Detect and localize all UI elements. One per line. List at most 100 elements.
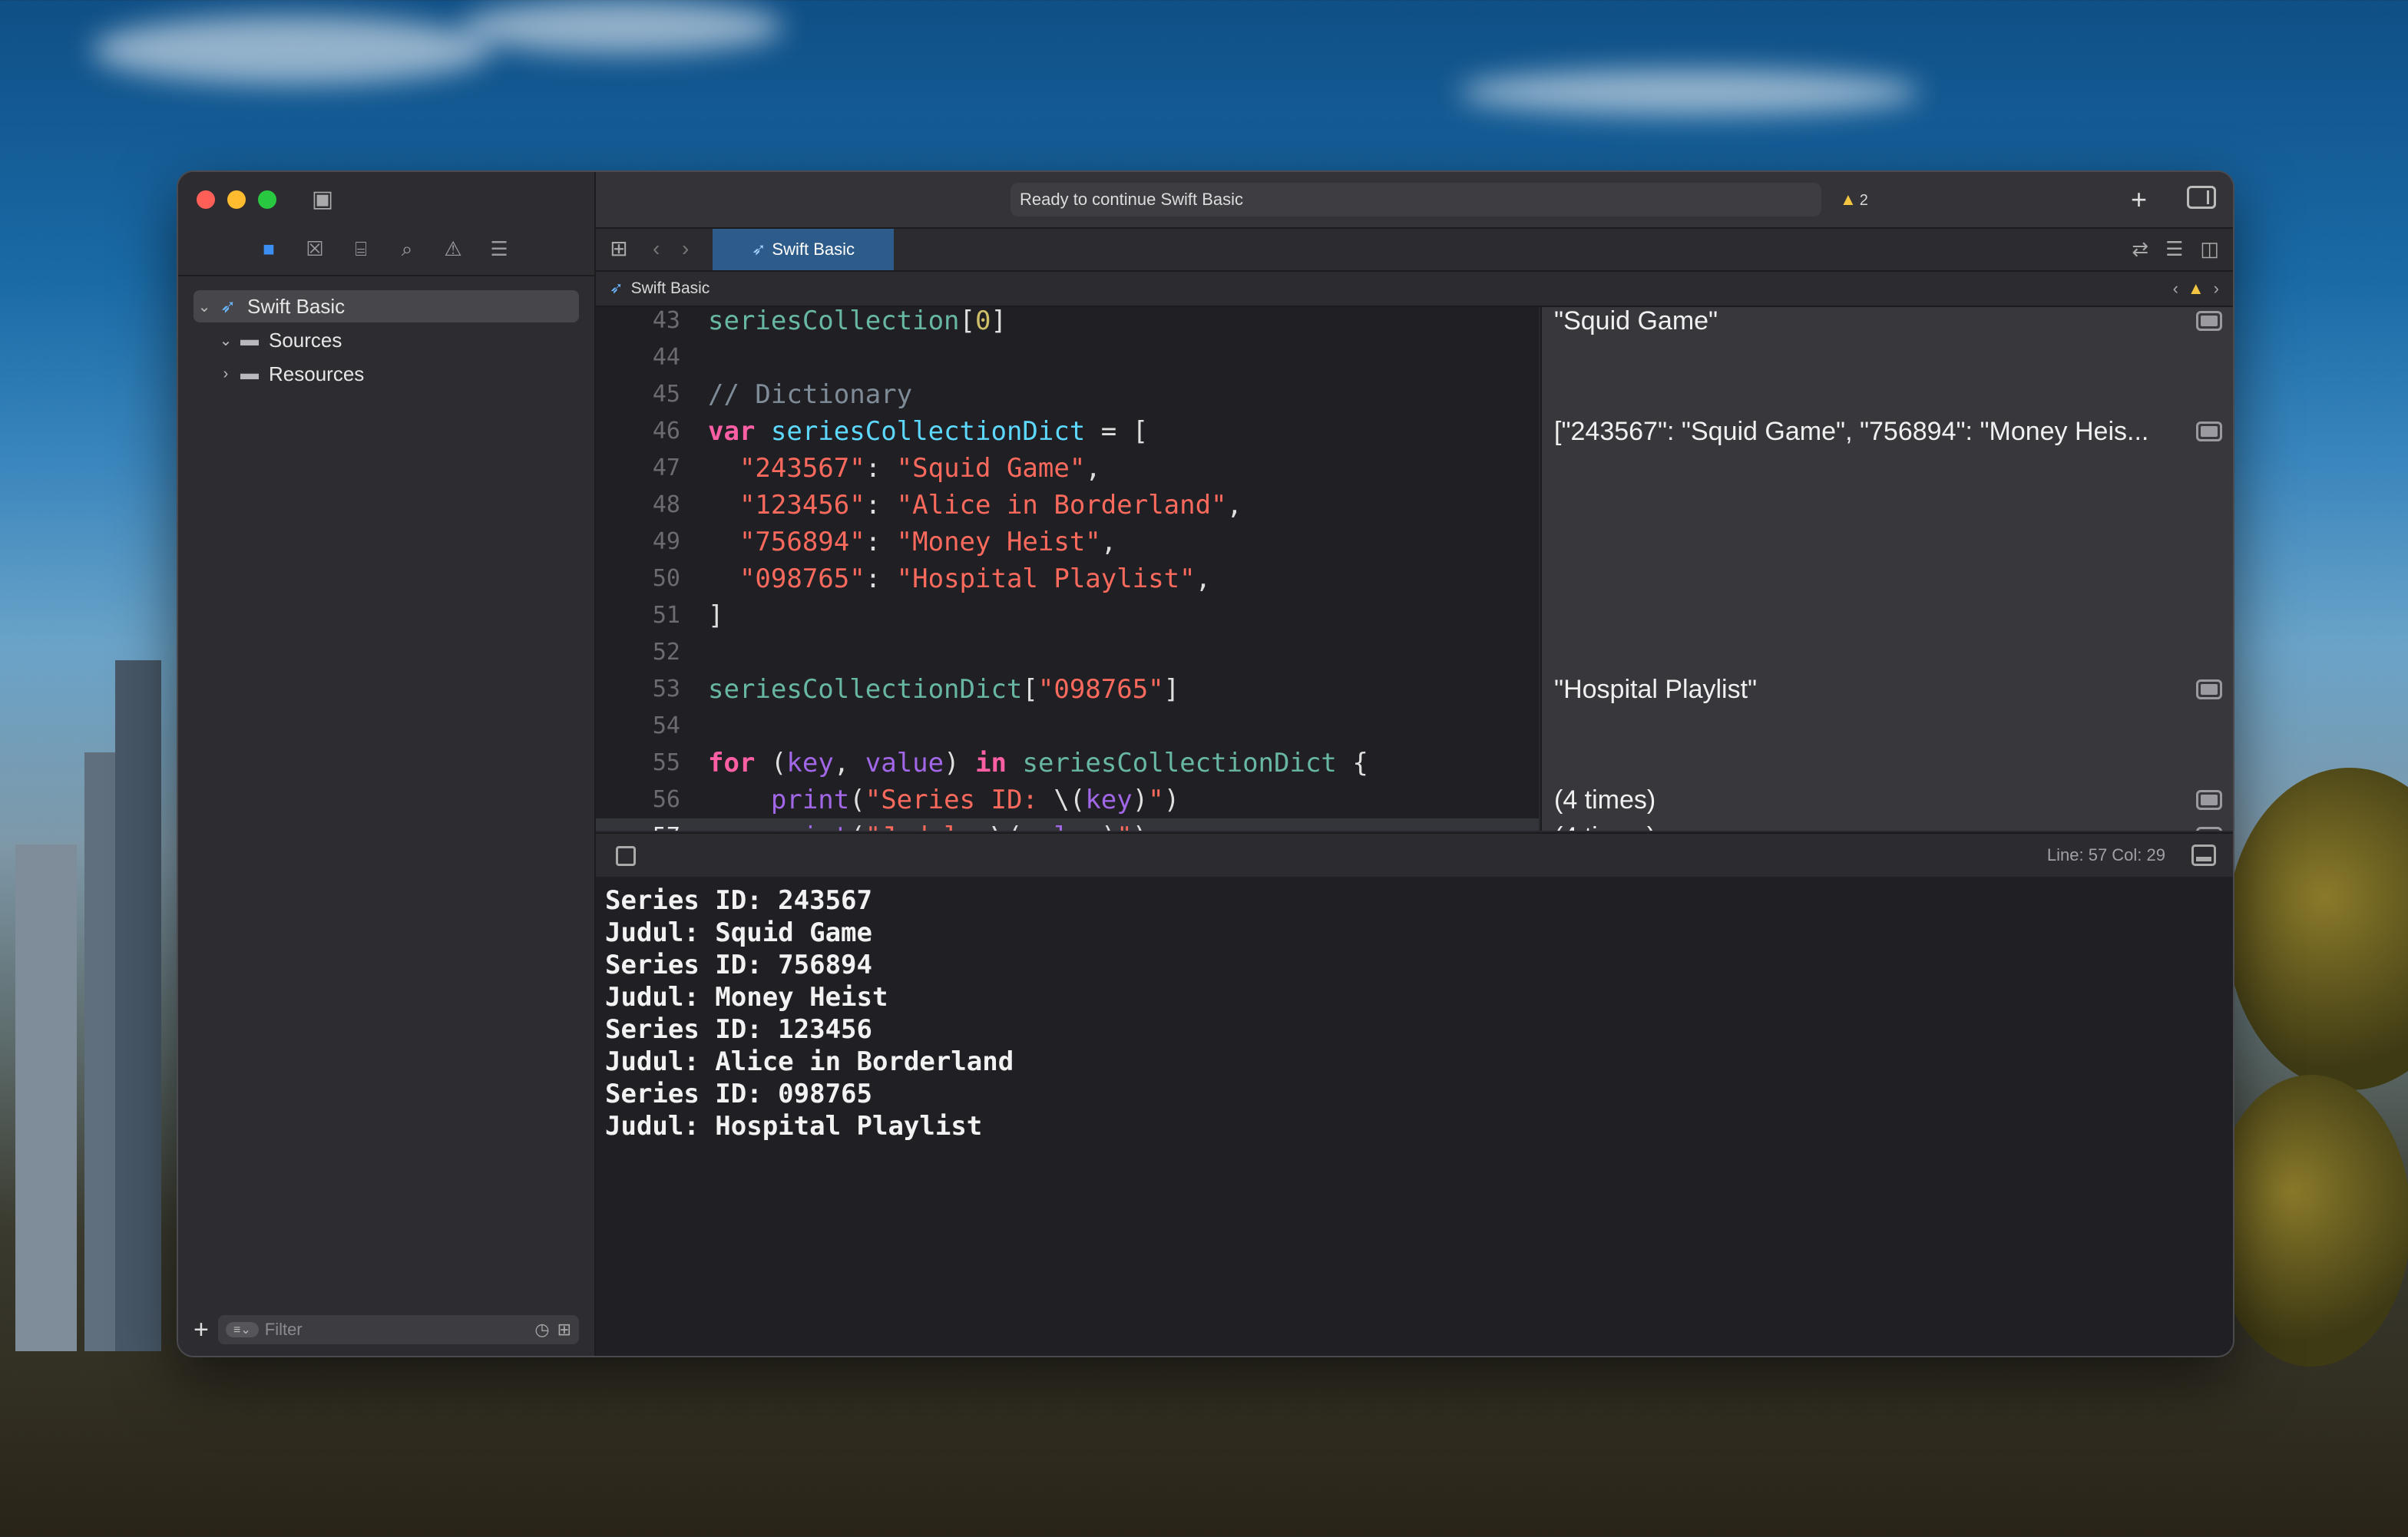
console-line: Series ID: 123456 [605, 1014, 872, 1045]
code-line[interactable]: 57 print("Judul: \(value)") [596, 818, 1539, 831]
code-line[interactable]: 44 [596, 339, 1539, 376]
code-text: for (key, value) in seriesCollectionDict… [708, 748, 1368, 778]
result-value: ["243567": "Squid Game", "756894": "Mone… [1554, 417, 2149, 446]
result-value: "Hospital Playlist" [1554, 675, 1758, 704]
code-line[interactable]: 49 "756894": "Money Heist", [596, 524, 1539, 560]
filter-placeholder: Filter [264, 1320, 303, 1339]
library-plus-icon[interactable]: + [2131, 183, 2147, 217]
warning-indicator[interactable]: ▲ 2 [1840, 183, 1868, 217]
forward-chevron-icon[interactable]: › [682, 236, 689, 261]
code-line[interactable]: 45 // Dictionary [596, 376, 1539, 413]
filter-input[interactable]: ≡⌄ Filter ◷ ⊞ [218, 1315, 579, 1344]
navigator-tabs: ■ ☒ ⌸ ⌕ ⚠ ☰ [255, 235, 513, 263]
filter-options-icon[interactable]: ≡⌄ [226, 1322, 259, 1337]
line-number: 47 [652, 454, 680, 481]
code-line[interactable]: 46 var seriesCollectionDict = [ [596, 413, 1539, 450]
code-line[interactable]: 52 [596, 634, 1539, 671]
show-result-inline-icon[interactable] [2196, 827, 2222, 831]
zoom-window-button[interactable] [258, 190, 276, 209]
symbol-navigator-icon[interactable]: ⌸ [347, 235, 375, 263]
code-line[interactable]: 54 [596, 708, 1539, 745]
show-result-inline-icon[interactable] [2196, 790, 2222, 810]
warning-icon: ▲ [1840, 190, 1857, 209]
issue-navigator-warning-icon[interactable]: ⚠ [439, 235, 467, 263]
minimize-window-button[interactable] [227, 190, 246, 209]
find-navigator-search-icon[interactable]: ⌕ [393, 235, 421, 263]
modified-files-icon[interactable]: ⊞ [557, 1320, 571, 1340]
debug-bar: Line: 57 Col: 29 [596, 832, 2233, 878]
inspector-toggle-icon[interactable] [2187, 186, 2216, 209]
sidebar-toggle-icon[interactable]: ▣ [309, 186, 336, 213]
project-navigator-folder-icon[interactable]: ■ [255, 235, 283, 263]
code-text: var seriesCollectionDict = [ [708, 416, 1149, 447]
console-line: Judul: Alice in Borderland [605, 1046, 1014, 1077]
swap-arrows-icon[interactable]: ⇄ [2132, 236, 2148, 261]
warning-icon[interactable]: ▲ [2188, 272, 2205, 306]
recent-files-clock-icon[interactable]: ◷ [534, 1320, 549, 1340]
chevron-down-icon[interactable]: ⌄ [215, 331, 237, 350]
issue-navigation: ‹ ▲ › [2173, 272, 2219, 306]
line-number: 57 [596, 818, 680, 831]
code-text: print("Judul: \(value)") [708, 818, 1148, 831]
activity-status: Ready to continue Swift Basic [1011, 183, 1821, 217]
previous-issue-chevron-icon[interactable]: ‹ [2173, 272, 2178, 306]
console-line: Series ID: 098765 [605, 1079, 872, 1109]
code-line[interactable]: 53 seriesCollectionDict["098765"] [596, 671, 1539, 708]
tab-swift-basic[interactable]: ➶ Swift Basic [713, 229, 894, 270]
line-number: 44 [652, 344, 680, 371]
report-navigator-icon[interactable]: ☰ [485, 235, 513, 263]
code-text: "123456": "Alice in Borderland", [739, 490, 1243, 521]
sidebar-divider [178, 275, 594, 276]
code-text: "243567": "Squid Game", [739, 453, 1101, 484]
line-number: 55 [652, 749, 680, 776]
line-number: 51 [652, 602, 680, 629]
show-result-inline-icon[interactable] [2196, 311, 2222, 331]
jump-bar-path[interactable]: Swift Basic [631, 279, 710, 297]
code-text: seriesCollectionDict["098765"] [708, 674, 1180, 705]
navigator-filter-bar: + ≡⌄ Filter ◷ ⊞ [194, 1313, 579, 1347]
main-area: Ready to continue Swift Basic ▲ 2 + ⊞ ‹ ›… [596, 172, 2233, 1356]
warning-count: 2 [1859, 192, 1868, 209]
result-value: "Squid Game" [1554, 307, 1718, 335]
add-file-plus-icon[interactable]: + [194, 1315, 218, 1345]
line-number: 52 [652, 639, 680, 666]
related-items-grid-icon[interactable]: ⊞ [607, 236, 631, 261]
code-line[interactable]: 47 "243567": "Squid Game", [596, 450, 1539, 487]
code-line[interactable]: 51] [596, 597, 1539, 634]
tree-item-swift-basic[interactable]: ⌄ ➶ Swift Basic [194, 290, 579, 322]
toggle-console-checkbox[interactable] [616, 846, 636, 866]
hide-debug-area-icon[interactable] [2191, 845, 2216, 866]
code-line[interactable]: 43 seriesCollection[0] [596, 307, 1539, 339]
back-chevron-icon[interactable]: ‹ [653, 236, 660, 261]
close-window-button[interactable] [197, 190, 215, 209]
console-line: Judul: Hospital Playlist [605, 1111, 983, 1142]
editor-options-list-icon[interactable]: ☰ [2165, 236, 2183, 261]
folder-icon: ▬ [240, 363, 259, 384]
cursor-position: Line: 57 Col: 29 [2046, 845, 2165, 864]
chevron-down-icon[interactable]: ⌄ [194, 297, 215, 316]
line-number: 45 [652, 381, 680, 408]
tree-item-resources[interactable]: › ▬ Resources [215, 358, 579, 390]
tab-label: Swift Basic [772, 240, 855, 259]
code-line[interactable]: 55 for (key, value) in seriesCollectionDi… [596, 745, 1539, 782]
show-result-inline-icon[interactable] [2196, 679, 2222, 699]
result-value: (4 times) [1554, 818, 2187, 831]
code-line[interactable]: 48 "123456": "Alice in Borderland", [596, 487, 1539, 524]
code-line[interactable]: 56 print("Series ID: \(key)") [596, 782, 1539, 818]
result-value: (4 times) [1554, 785, 1656, 815]
source-control-navigator-icon[interactable]: ☒ [301, 235, 329, 263]
console-output[interactable]: Series ID: 243567 Judul: Squid Game Series… [596, 877, 2233, 1356]
code-line[interactable]: 50 "098765": "Hospital Playlist", [596, 560, 1539, 597]
code-editor[interactable]: 43 seriesCollection[0] 44 45// Dictionary 46… [596, 307, 1539, 831]
line-number: 43 [652, 307, 680, 334]
code-text: seriesCollection[0] [708, 307, 1007, 336]
show-result-inline-icon[interactable] [2196, 421, 2222, 441]
next-issue-chevron-icon[interactable]: › [2214, 272, 2219, 306]
line-number: 54 [652, 712, 680, 739]
line-number: 53 [652, 676, 680, 702]
add-editor-split-icon[interactable]: ◫ [2200, 236, 2219, 261]
line-number: 46 [652, 418, 680, 445]
chevron-right-icon[interactable]: › [215, 365, 237, 383]
toolbar: Ready to continue Swift Basic ▲ 2 + [596, 172, 2233, 229]
tree-item-sources[interactable]: ⌄ ▬ Sources [215, 324, 579, 356]
